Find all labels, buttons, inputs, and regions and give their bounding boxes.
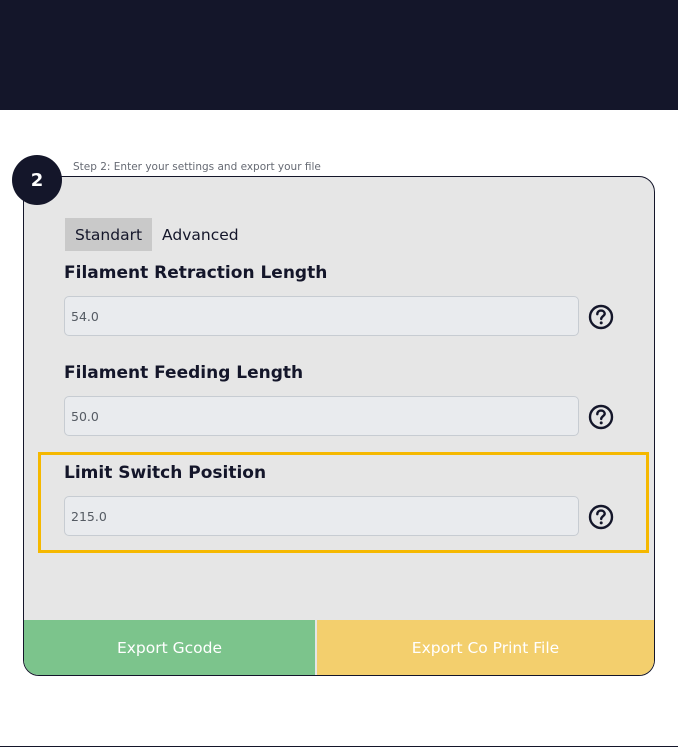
top-banner <box>0 0 678 110</box>
question-circle-icon[interactable] <box>588 404 614 430</box>
retraction-length-label: Filament Retraction Length <box>64 263 328 283</box>
retraction-length-input[interactable] <box>64 296 579 336</box>
question-circle-icon[interactable] <box>588 304 614 330</box>
export-coprint-button[interactable]: Export Co Print File <box>317 620 654 675</box>
mode-tabs: Standart Advanced <box>65 218 249 251</box>
question-circle-icon[interactable] <box>588 504 614 530</box>
feeding-length-input[interactable] <box>64 396 579 436</box>
export-gcode-button[interactable]: Export Gcode <box>24 620 315 675</box>
tab-advanced[interactable]: Advanced <box>152 218 249 251</box>
limit-switch-input[interactable] <box>64 496 579 536</box>
feeding-length-label: Filament Feeding Length <box>64 363 304 383</box>
tab-standart[interactable]: Standart <box>65 218 153 251</box>
limit-switch-label: Limit Switch Position <box>64 463 267 483</box>
settings-panel: Standart Advanced Filament Retraction Le… <box>23 176 655 676</box>
step-caption: Step 2: Enter your settings and export y… <box>73 161 321 173</box>
bottom-divider <box>0 746 678 747</box>
step-number-badge: 2 <box>12 155 62 205</box>
